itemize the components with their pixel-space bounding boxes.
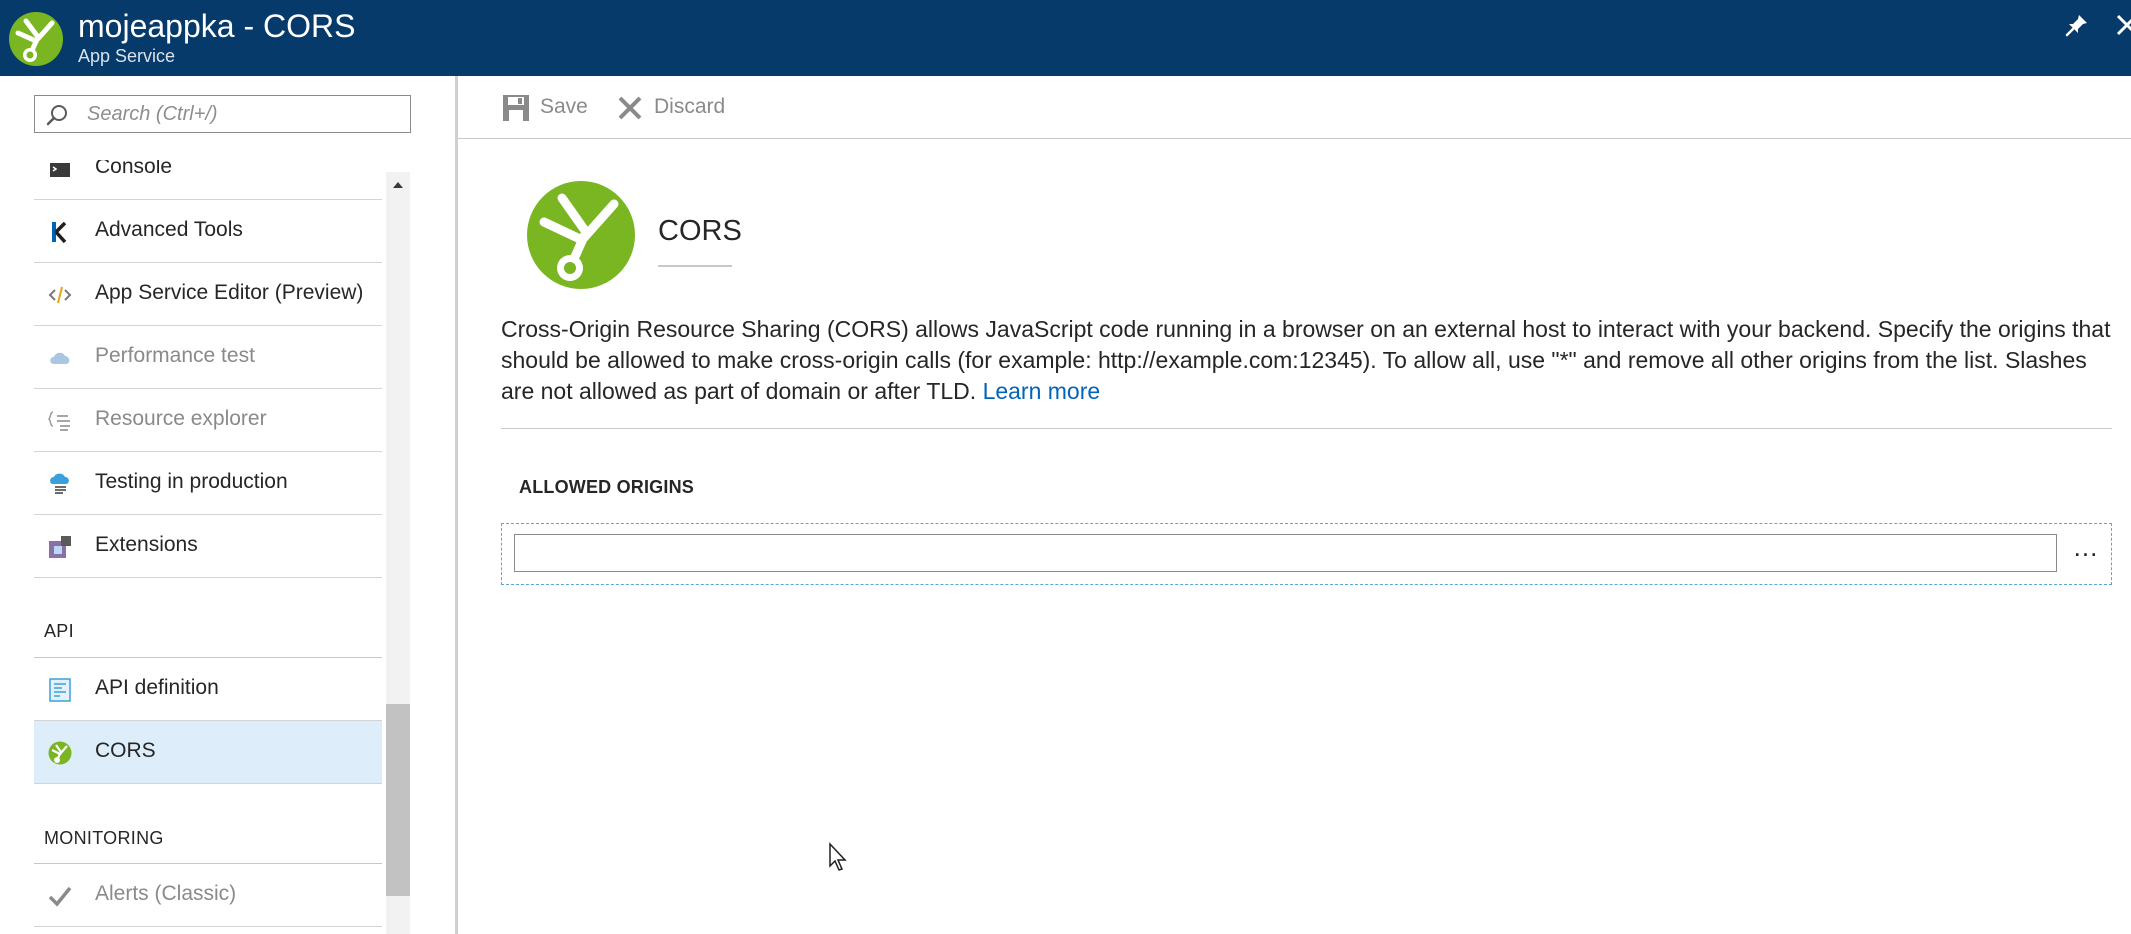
code-editor-icon	[48, 286, 72, 304]
pin-icon[interactable]	[2064, 12, 2090, 38]
page-title: CORS	[658, 215, 742, 247]
search-input[interactable]	[87, 99, 397, 129]
resource-menu: Console Advanced Tools App Service Edito…	[0, 76, 456, 934]
mouse-cursor-icon	[829, 842, 847, 871]
blade-title: mojeappka - CORS	[78, 8, 356, 44]
sidebar-item-cors[interactable]: CORS	[34, 721, 382, 784]
resource-explorer-icon	[48, 411, 70, 431]
pane-divider	[455, 76, 458, 934]
app-service-cors-icon	[9, 12, 63, 66]
allowed-origins-header: ALLOWED ORIGINS	[519, 477, 694, 497]
sidebar-item-console[interactable]: Console	[34, 160, 382, 200]
sidebar-item-label: App Service Editor (Preview)	[95, 281, 364, 304]
title-underline	[658, 265, 732, 267]
cloud-icon	[50, 352, 70, 364]
save-button[interactable]: Save	[502, 92, 592, 124]
search-icon	[46, 105, 67, 126]
sidebar-item-label: Console	[95, 160, 173, 178]
sidebar-item-label: CORS	[95, 739, 156, 762]
menu-scrollbar-thumb[interactable]	[386, 704, 410, 896]
testing-in-production-icon	[50, 473, 69, 494]
save-label: Save	[540, 95, 588, 118]
menu-list: Console Advanced Tools App Service Edito…	[34, 160, 382, 934]
console-icon	[50, 163, 70, 177]
sidebar-item-alerts-classic[interactable]: Alerts (Classic)	[34, 864, 382, 927]
sidebar-item-performance-test[interactable]: Performance test	[34, 326, 382, 389]
cors-icon	[48, 741, 72, 765]
sidebar-item-label: Performance test	[95, 344, 255, 367]
sidebar-item-label: Resource explorer	[95, 407, 267, 430]
section-header-monitoring: MONITORING	[44, 828, 164, 848]
search-box[interactable]	[34, 95, 411, 133]
sidebar-item-label: Extensions	[95, 533, 198, 556]
discard-icon	[618, 96, 642, 120]
sidebar-item-resource-explorer[interactable]: Resource explorer	[34, 389, 382, 452]
extensions-icon	[49, 536, 71, 558]
discard-label: Discard	[654, 95, 726, 118]
sidebar-item-extensions[interactable]: Extensions	[34, 515, 382, 578]
allowed-origin-input[interactable]	[514, 534, 2057, 572]
blade-header: mojeappka - CORS App Service	[0, 0, 2131, 76]
sidebar-item-testing-in-production[interactable]: Testing in production	[34, 452, 382, 515]
sidebar-item-advanced-tools[interactable]: Advanced Tools	[34, 200, 382, 263]
learn-more-link[interactable]: Learn more	[983, 378, 1101, 404]
save-icon	[503, 95, 529, 121]
row-more-options-button[interactable]: ...	[2068, 534, 2104, 568]
sidebar-item-label: API definition	[95, 676, 219, 699]
scroll-up-arrow-icon[interactable]	[387, 174, 409, 196]
blade-subtitle: App Service	[78, 46, 176, 66]
sidebar-item-api-definition[interactable]: API definition	[34, 658, 382, 721]
description-text: Cross-Origin Resource Sharing (CORS) all…	[501, 316, 2111, 404]
sidebar-item-label: Alerts (Classic)	[95, 882, 237, 905]
close-icon[interactable]	[2114, 12, 2131, 38]
discard-button[interactable]: Discard	[616, 92, 736, 124]
kudu-icon	[52, 221, 67, 244]
content-divider	[501, 428, 2112, 429]
sidebar-item-label: Testing in production	[95, 470, 288, 493]
cors-description: Cross-Origin Resource Sharing (CORS) all…	[501, 314, 2121, 407]
sidebar-item-label: Advanced Tools	[95, 218, 243, 241]
api-definition-icon	[49, 678, 71, 702]
allowed-origin-row: ...	[501, 523, 2112, 585]
cors-logo-icon	[527, 181, 635, 289]
checkmark-icon	[48, 886, 72, 907]
sidebar-item-app-service-editor[interactable]: App Service Editor (Preview)	[34, 263, 382, 326]
command-bar: Save Discard	[458, 76, 2131, 139]
section-header-api: API	[44, 621, 74, 641]
